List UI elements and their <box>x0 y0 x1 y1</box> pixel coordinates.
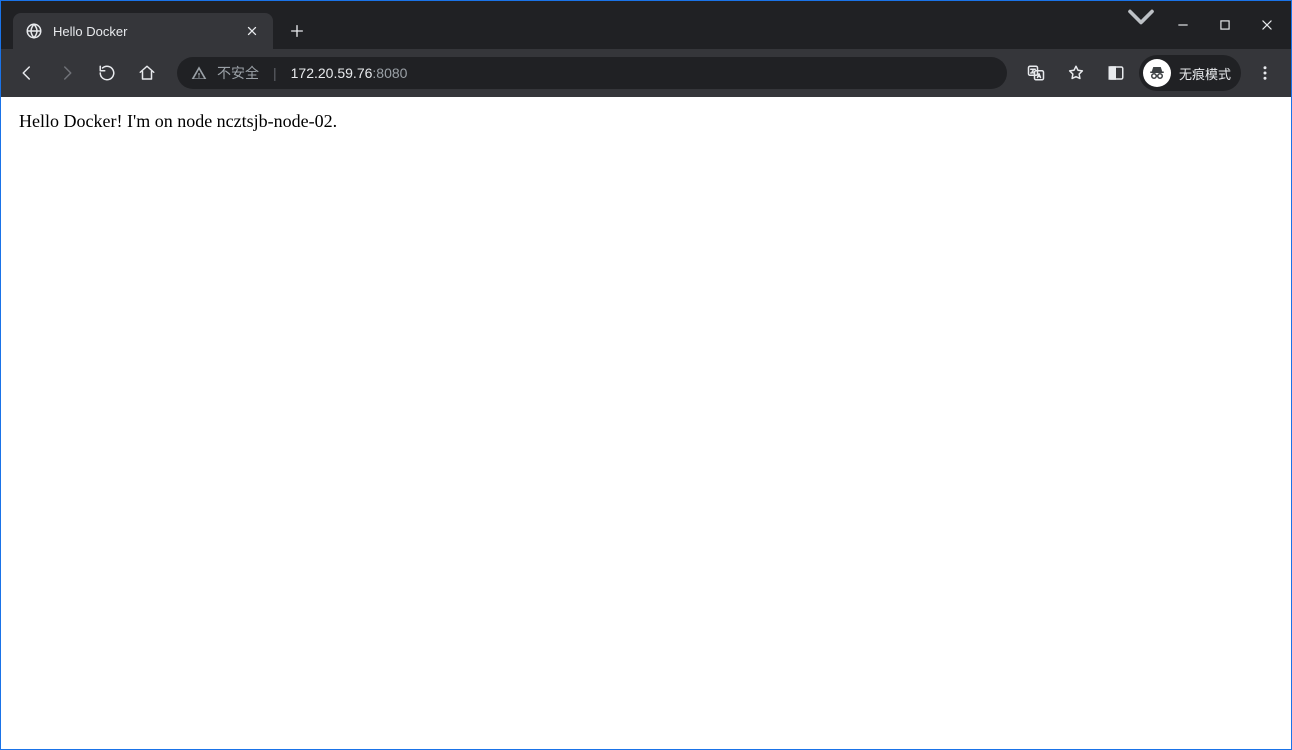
omnibox-separator: | <box>269 65 281 81</box>
page-body-text: Hello Docker! I'm on node ncztsjb-node-0… <box>1 97 1291 146</box>
home-button[interactable] <box>129 55 165 91</box>
bookmark-star-button[interactable] <box>1059 56 1093 90</box>
url-port: :8080 <box>372 65 407 81</box>
url-host: 172.20.59.76 <box>291 65 373 81</box>
incognito-label: 无痕模式 <box>1179 64 1231 83</box>
reload-button[interactable] <box>89 55 125 91</box>
window-controls <box>1163 1 1291 49</box>
browser-toolbar: 不安全 | 172.20.59.76:8080 <box>1 49 1291 97</box>
translate-button[interactable] <box>1019 56 1053 90</box>
incognito-indicator[interactable]: 无痕模式 <box>1139 55 1241 91</box>
url-text: 172.20.59.76:8080 <box>291 65 408 81</box>
back-button[interactable] <box>9 55 45 91</box>
forward-button[interactable] <box>49 55 85 91</box>
globe-icon <box>25 22 43 40</box>
browser-menu-button[interactable] <box>1247 55 1283 91</box>
tab-title: Hello Docker <box>53 24 233 39</box>
window-minimize-button[interactable] <box>1163 9 1203 41</box>
security-status-text: 不安全 <box>217 63 259 83</box>
new-tab-button[interactable] <box>281 13 313 49</box>
window-titlebar: Hello Docker <box>1 1 1291 49</box>
close-tab-button[interactable] <box>243 22 261 40</box>
browser-tab[interactable]: Hello Docker <box>13 13 273 49</box>
tab-search-button[interactable] <box>1119 1 1163 33</box>
incognito-icon <box>1143 59 1171 87</box>
toolbar-right: 无痕模式 <box>1019 55 1283 91</box>
window-close-button[interactable] <box>1247 9 1287 41</box>
page-viewport: Hello Docker! I'm on node ncztsjb-node-0… <box>1 97 1291 749</box>
address-bar[interactable]: 不安全 | 172.20.59.76:8080 <box>177 57 1007 89</box>
side-panel-button[interactable] <box>1099 56 1133 90</box>
window-maximize-button[interactable] <box>1205 9 1245 41</box>
not-secure-warning-icon <box>191 65 207 81</box>
tab-strip: Hello Docker <box>1 1 313 49</box>
